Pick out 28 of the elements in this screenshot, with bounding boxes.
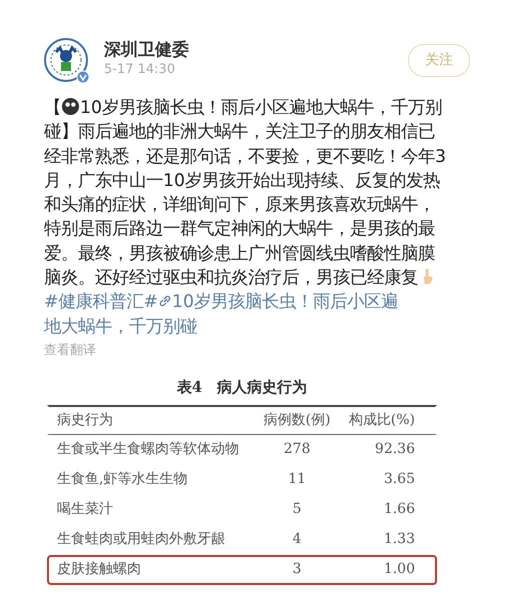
table-cell-text: 4	[292, 530, 302, 550]
article-link[interactable]: 10岁男孩脑长虫！雨后小区遍	[172, 292, 398, 312]
column-header: 病例数(例)	[262, 410, 332, 430]
table-cell-text: 92.36	[374, 440, 416, 460]
author-name: 深圳卫健委	[104, 40, 190, 60]
table-cell-text: 1.66	[382, 500, 416, 520]
translate-link[interactable]: 查看翻译	[44, 340, 470, 360]
table-cell-text: 3.65	[382, 470, 416, 490]
table-cell-text: 1.33	[382, 530, 416, 550]
table-cell-text: 皮肤接触螺肉	[57, 560, 142, 580]
table-cell-text: 11	[287, 470, 307, 490]
post-text: 【 10岁男孩脑长虫！雨后小区遍地大蜗牛，千万别碰】雨后遍地的非洲大蜗牛，关注卫子的朋友相信已经非常熟悉，还是那句话，不要捡，更不要吃！今年3月，广东中山一10岁男孩开始出现持续、反复的发热和头痛的症状，详细询问下，原来男孩喜欢玩蜗牛，特别是雨后路边一群气定神闲的大蜗牛，是男孩的最爱。最终，男孩被确诊患上广州管圆线虫嗜酸性脑膜脑炎。还好经过驱虫和抗炎治疗后，男孩已经康复 #健康科普汇# 10岁男孩脑长虫！雨后小区遍 地大蜗牛，千万别碰	[44, 96, 447, 339]
column-header: 病史行为	[57, 410, 114, 430]
post-time: 5-17 14:30	[104, 61, 176, 80]
table-title: 表4 病人病史行为	[176, 377, 308, 398]
avatar-logo-icon	[44, 38, 88, 82]
emoji-icon	[61, 98, 80, 118]
table-cell-text: 生食蛙肉或用蛙肉外敷牙龈	[57, 530, 226, 550]
article-link[interactable]: 地大蜗牛，千万别碰	[44, 316, 197, 337]
table-cell-text: 生食或半生食螺肉等软体动物	[57, 440, 240, 460]
table-cell-text: 278	[282, 440, 312, 460]
column-header: 构成比(%)	[348, 410, 416, 430]
table-cell-text: 生食鱼,虾等水生生物	[57, 470, 188, 490]
hashtag-link[interactable]: #健康科普汇#	[44, 292, 158, 312]
table-cell-text: 1.00	[382, 560, 416, 580]
table-cell-text: 5	[292, 500, 302, 520]
table-cell-text: 喝生菜汁	[57, 500, 114, 520]
table-cell-text: 3	[292, 560, 302, 580]
